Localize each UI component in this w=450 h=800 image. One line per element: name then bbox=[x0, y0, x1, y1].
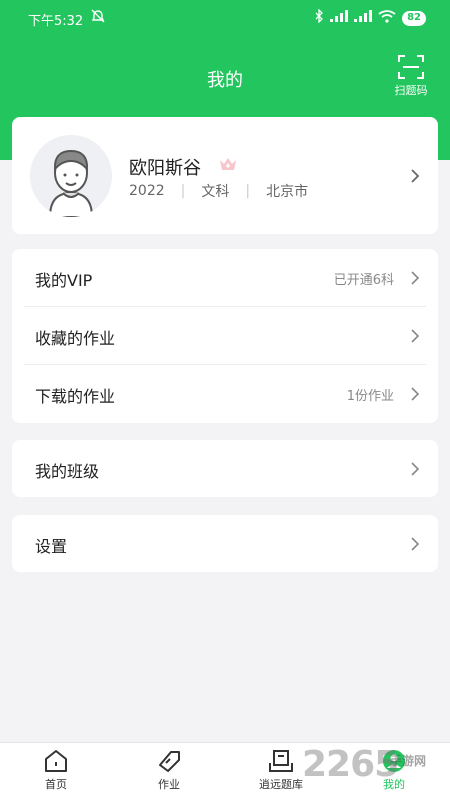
menu-item-label: 下载的作业 bbox=[35, 387, 116, 406]
menu-item-label: 收藏的作业 bbox=[35, 329, 116, 348]
menu-item-vip[interactable]: 我的VIP 已开通6科 bbox=[12, 249, 438, 307]
menu-group-class: 我的班级 bbox=[12, 440, 438, 497]
menu-item-label: 我的VIP bbox=[35, 271, 93, 290]
avatar-illustration bbox=[30, 135, 112, 217]
signal-icon-2 bbox=[354, 10, 373, 26]
chevron-right-icon bbox=[411, 387, 420, 401]
status-time: 下午5:32 bbox=[28, 14, 84, 29]
menu-group-settings: 设置 bbox=[12, 515, 438, 572]
chevron-right-icon bbox=[411, 462, 420, 476]
scan-label: 扫题码 bbox=[394, 84, 428, 97]
tab-homework[interactable]: 作业 bbox=[134, 743, 204, 800]
profile-meta: 2022 | 文科 | 北京市 bbox=[129, 181, 308, 201]
profile-year: 2022 bbox=[129, 183, 165, 199]
vip-crown-icon bbox=[220, 158, 236, 170]
status-icons: 82 bbox=[315, 8, 426, 27]
status-bar: 下午5:32 82 bbox=[0, 0, 450, 36]
separator: | bbox=[180, 183, 186, 199]
chevron-right-icon bbox=[411, 169, 420, 183]
page-title: 我的 bbox=[207, 70, 243, 91]
menu-item-settings[interactable]: 设置 bbox=[12, 515, 438, 573]
home-icon bbox=[45, 750, 67, 772]
tag-icon bbox=[159, 751, 180, 772]
scan-code-button[interactable]: 扫题码 bbox=[392, 55, 430, 98]
wifi-icon bbox=[378, 9, 396, 27]
separator: | bbox=[245, 183, 251, 199]
profile-card[interactable]: 欧阳斯谷 2022 | 文科 | 北京市 bbox=[12, 117, 438, 234]
signal-icon bbox=[330, 10, 349, 26]
tab-home[interactable]: 首页 bbox=[21, 743, 91, 800]
menu-item-value: 已开通6科 bbox=[333, 273, 394, 288]
menu-item-favorites[interactable]: 收藏的作业 bbox=[12, 307, 438, 365]
profile-subject: 文科 bbox=[201, 184, 230, 200]
chevron-right-icon bbox=[411, 271, 420, 285]
avatar[interactable] bbox=[30, 135, 112, 217]
bluetooth-icon bbox=[315, 8, 324, 27]
watermark: 2265 bbox=[302, 744, 399, 785]
menu-item-my-class[interactable]: 我的班级 bbox=[12, 440, 438, 498]
watermark-small: 手游网 bbox=[390, 754, 427, 768]
scan-icon bbox=[398, 55, 424, 79]
mute-alarm-icon bbox=[91, 9, 105, 23]
book-icon bbox=[269, 750, 293, 772]
tab-label: 作业 bbox=[158, 778, 180, 791]
profile-city: 北京市 bbox=[266, 184, 309, 200]
menu-group-main: 我的VIP 已开通6科 收藏的作业 下载的作业 1份作业 bbox=[12, 249, 438, 423]
tab-label: 首页 bbox=[45, 778, 67, 791]
chevron-right-icon bbox=[411, 329, 420, 343]
menu-item-label: 我的班级 bbox=[35, 462, 100, 481]
menu-item-label: 设置 bbox=[35, 537, 68, 556]
username: 欧阳斯谷 bbox=[129, 158, 201, 179]
battery-indicator: 82 bbox=[402, 10, 426, 26]
chevron-right-icon bbox=[411, 537, 420, 551]
menu-item-value: 1份作业 bbox=[346, 389, 394, 404]
menu-item-downloads[interactable]: 下载的作业 1份作业 bbox=[12, 365, 438, 423]
